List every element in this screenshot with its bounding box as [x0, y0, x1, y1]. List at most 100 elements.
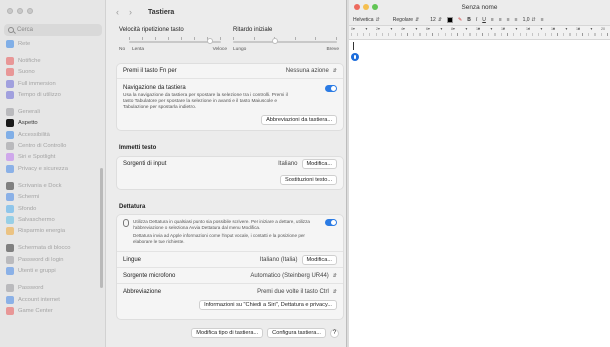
shortcut-select[interactable]: Premi due volte il tasto Ctrl ⇵: [257, 289, 337, 295]
fn-key-row[interactable]: Premi il tasto Fn per Nessuna azione ⇵: [117, 64, 343, 78]
zoom-window-button[interactable]: [27, 8, 33, 14]
tab-stop-marker[interactable]: ▾: [591, 27, 593, 31]
edit-input-sources-button[interactable]: Modifica...: [301, 159, 337, 169]
minimize-window-button[interactable]: [17, 8, 23, 14]
sidebar-item[interactable]: Salvaschermo: [0, 214, 105, 225]
sidebar-item[interactable]: Suono: [0, 67, 105, 78]
tab-stop-marker[interactable]: ▾: [353, 27, 355, 31]
ruler[interactable]: ▾ ▾ ▾ ▾ ▾ ▾ ▾ ▾ ▾ ▾ ▾ ▾ ▾ ▾ ▾ ▾ ▾ ▾ ▾ ▾ 0 2 4 6 8 10 12 14 16 18 20: [349, 26, 610, 40]
delay-slider[interactable]: [233, 41, 337, 43]
sidebar-item[interactable]: Game Center: [0, 305, 105, 316]
tab-stop-marker[interactable]: ▾: [391, 27, 393, 31]
ruler-number: 20: [601, 27, 605, 31]
fn-key-select[interactable]: Nessuna azione ⇵: [286, 68, 337, 74]
sidebar-item[interactable]: Centro di Controllo: [0, 140, 105, 151]
close-window-button[interactable]: [7, 8, 13, 14]
sidebar-item[interactable]: Aspetto: [0, 118, 105, 129]
dictation-microphone-icon[interactable]: [351, 53, 359, 61]
mic-source-row[interactable]: Sorgente microfono Automatico (Steinberg…: [117, 268, 343, 283]
zoom-window-button[interactable]: [372, 4, 378, 10]
text-replacements-button[interactable]: Sostituzioni testo...: [280, 175, 337, 185]
text-color-swatch[interactable]: [447, 16, 454, 23]
back-icon[interactable]: ‹: [116, 7, 119, 17]
window-controls: [7, 8, 33, 14]
change-keyboard-type-button[interactable]: Modifica tipo di tastiera...: [191, 328, 264, 338]
search-icon: [8, 27, 14, 33]
key-repeat-knob[interactable]: [206, 38, 213, 44]
align-center-icon[interactable]: ≡: [499, 17, 502, 23]
edit-languages-button[interactable]: Modifica...: [301, 254, 337, 265]
tab-stop-marker[interactable]: ▾: [403, 27, 405, 31]
sidebar-item[interactable]: Schermi: [0, 192, 105, 203]
font-size-select[interactable]: 12 ⇵: [430, 17, 442, 23]
align-right-icon[interactable]: ≡: [507, 17, 510, 23]
font-family-select[interactable]: Helvetica ⇵: [353, 17, 380, 23]
sidebar-item[interactable]: Password: [0, 283, 105, 294]
keyboard-shortcuts-button[interactable]: Abbreviazioni da tastiera...: [261, 115, 337, 125]
page-title: Tastiera: [148, 8, 175, 16]
font-style-select[interactable]: Regolare ⇵: [393, 17, 420, 23]
sidebar-item[interactable]: Risparmio energia: [0, 225, 105, 236]
align-justify-icon[interactable]: ≡: [515, 17, 518, 23]
chevron-updown-icon: ⇵: [332, 288, 337, 295]
delay-knob[interactable]: [271, 38, 278, 44]
keyboard-nav-toggle[interactable]: [325, 84, 337, 92]
tab-stop-marker[interactable]: ▾: [428, 27, 430, 31]
forward-icon[interactable]: ›: [129, 7, 132, 17]
tab-stop-marker[interactable]: ▾: [453, 27, 455, 31]
tab-stop-marker[interactable]: ▾: [566, 27, 568, 31]
setup-keyboard-button[interactable]: Configura tastiera...: [267, 328, 326, 338]
sidebar-item[interactable]: Generali: [0, 106, 105, 117]
sidebar-item-label: Centro di Controllo: [18, 143, 67, 150]
tab-stop-marker[interactable]: ▾: [516, 27, 518, 31]
minimize-window-button[interactable]: [363, 4, 369, 10]
text-cursor: [353, 42, 354, 50]
font-size-value: 12: [430, 16, 436, 23]
sidebar-item[interactable]: Scrivania e Dock: [0, 180, 105, 191]
bold-button[interactable]: B: [467, 17, 471, 23]
sidebar-item[interactable]: Siri e Spotlight: [0, 152, 105, 163]
sidebar-item[interactable]: Tempo di utilizzo: [0, 89, 105, 100]
tab-stop-marker[interactable]: ▾: [366, 27, 368, 31]
sidebar-item-label: Sfondo: [18, 205, 37, 212]
close-window-button[interactable]: [354, 4, 360, 10]
highlight-color-icon[interactable]: ✎: [458, 17, 462, 23]
dictation-shortcut-row[interactable]: Abbreviazione Premi due volte il tasto C…: [117, 284, 343, 299]
dictation-toggle[interactable]: [325, 219, 337, 226]
sidebar-scrollbar[interactable]: [100, 168, 103, 288]
align-left-icon[interactable]: ≡: [491, 17, 494, 23]
dictation-privacy-button[interactable]: Informazioni su "Chiedi a Siri", Dettatu…: [199, 300, 337, 310]
sidebar-item[interactable]: Account internet: [0, 294, 105, 305]
sidebar-item[interactable]: Privacy e sicurezza: [0, 163, 105, 174]
tab-stop-marker[interactable]: ▾: [416, 27, 418, 31]
window-controls: [354, 4, 378, 10]
languages-label: Lingue: [123, 256, 142, 263]
underline-button[interactable]: U: [482, 17, 486, 23]
tab-stop-marker[interactable]: ▾: [378, 27, 380, 31]
list-bullets-icon[interactable]: ≡: [541, 17, 544, 23]
help-button[interactable]: ?: [330, 328, 339, 338]
tab-stop-marker[interactable]: ▾: [466, 27, 468, 31]
line-spacing-select[interactable]: 1,0 ⇵: [523, 17, 536, 23]
sidebar-item-label: Siri e Spotlight: [18, 154, 56, 161]
sidebar-item[interactable]: Rete: [0, 38, 105, 49]
search-input[interactable]: Cerca: [4, 24, 102, 36]
sidebar-item[interactable]: Sfondo: [0, 203, 105, 214]
chevron-updown-icon: ⇵: [332, 272, 337, 279]
tab-stop-marker[interactable]: ▾: [491, 27, 493, 31]
mic-source-select[interactable]: Automatico (Steinberg UR44) ⇵: [250, 273, 337, 279]
mic-source-value: Automatico (Steinberg UR44): [250, 272, 329, 279]
sidebar-item[interactable]: Accessibilità: [0, 129, 105, 140]
shortcut-label: Abbreviazione: [123, 288, 162, 295]
italic-button[interactable]: I: [476, 17, 477, 23]
tab-stop-marker[interactable]: ▾: [541, 27, 543, 31]
sidebar-item[interactable]: Password di login: [0, 254, 105, 265]
sidebar-item[interactable]: Schermata di blocco: [0, 243, 105, 254]
document-body[interactable]: [349, 40, 610, 347]
tab-stop-marker[interactable]: ▾: [441, 27, 443, 31]
sidebar-item-icon: [6, 266, 14, 275]
sidebar-item[interactable]: Full immersion: [0, 78, 105, 89]
sidebar-item[interactable]: Utenti e gruppi: [0, 265, 105, 276]
sidebar-item[interactable]: Notifiche: [0, 55, 105, 66]
sidebar-item-label: Full immersion: [18, 80, 56, 87]
